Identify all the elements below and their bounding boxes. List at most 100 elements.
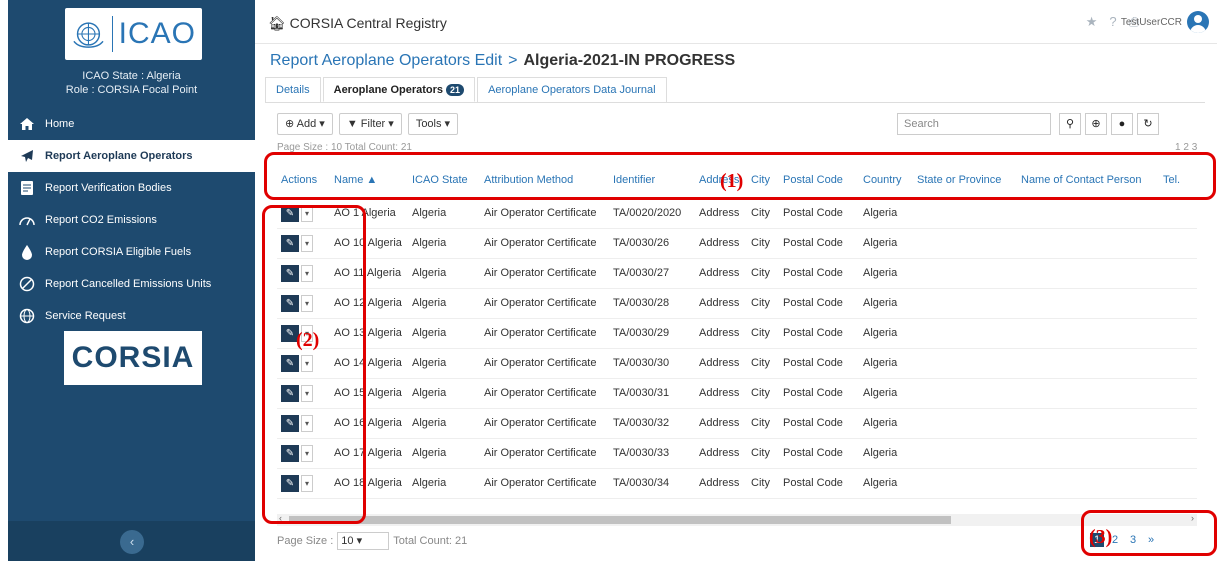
count-badge: 21 bbox=[446, 84, 465, 96]
sidebar-item-report-verification-bodies[interactable]: Report Verification Bodies bbox=[8, 172, 255, 204]
table-cell: Air Operator Certificate bbox=[480, 288, 609, 319]
logo-divider bbox=[111, 16, 113, 52]
table-cell: Algeria bbox=[859, 468, 913, 499]
sidebar-item-report-corsia-eligible-fuels[interactable]: Report CORSIA Eligible Fuels bbox=[8, 236, 255, 268]
table-cell-empty bbox=[1017, 258, 1159, 289]
table-cell: TA/0030/31 bbox=[609, 378, 695, 409]
search-icon[interactable]: ⚲ bbox=[1059, 113, 1081, 135]
table-cell-empty bbox=[1017, 198, 1159, 229]
table-cell-empty bbox=[1017, 438, 1159, 469]
table-cell-empty bbox=[913, 378, 1017, 409]
breadcrumb-separator: > bbox=[508, 52, 518, 69]
table-cell: Algeria bbox=[859, 198, 913, 229]
sidebar-item-service-request[interactable]: Service Request bbox=[8, 300, 255, 332]
search-input[interactable]: Search bbox=[897, 113, 1051, 135]
filter-button[interactable]: ▼ Filter ▾ bbox=[338, 113, 402, 135]
table-cell: Air Operator Certificate bbox=[480, 258, 609, 289]
avatar-icon[interactable] bbox=[1187, 11, 1209, 33]
tab-divider bbox=[265, 102, 1205, 103]
table-cell-empty bbox=[1017, 288, 1159, 319]
table-cell-empty bbox=[1159, 318, 1197, 349]
icao-logo-text: ICAO bbox=[118, 17, 196, 50]
table-row[interactable]: ✎ ▾ AO 17 Algeria Algeria Air Operator Certi… bbox=[277, 438, 1197, 469]
tab-aeroplane-operators[interactable]: Aeroplane Operators 21 bbox=[322, 77, 476, 102]
table-row[interactable]: ✎ ▾ AO 12 Algeria Algeria Air Operator Certi… bbox=[277, 288, 1197, 319]
table-row[interactable]: ✎ ▾ AO 13 Algeria Algeria Air Operator Certi… bbox=[277, 318, 1197, 349]
star-icon[interactable]: ★ bbox=[1086, 14, 1098, 30]
tab-details[interactable]: Details bbox=[265, 77, 321, 102]
total-count: Total Count: 21 bbox=[393, 535, 468, 547]
table-cell-empty bbox=[913, 258, 1017, 289]
horizontal-scrollbar[interactable]: ‹ › bbox=[277, 513, 1197, 526]
role-label: Role : CORSIA Focal Point bbox=[65, 84, 198, 96]
app-title-text: CORSIA Central Registry bbox=[289, 15, 447, 31]
table-cell: Air Operator Certificate bbox=[480, 318, 609, 349]
sidebar-item-label: Service Request bbox=[45, 310, 126, 322]
table-cell-empty bbox=[1017, 318, 1159, 349]
sidebar-item-home[interactable]: Home bbox=[8, 108, 255, 140]
sidebar-nav: Home Report Aeroplane Operators Report V… bbox=[8, 108, 255, 332]
sidebar-item-label: Report CORSIA Eligible Fuels bbox=[45, 246, 192, 258]
table-cell: Address bbox=[695, 408, 747, 439]
tab-label: Details bbox=[276, 84, 310, 96]
table-row[interactable]: ✎ ▾ AO 14 Algeria Algeria Air Operator Certi… bbox=[277, 348, 1197, 379]
icao-logo[interactable]: ICAO bbox=[65, 8, 202, 60]
table-cell-empty bbox=[913, 408, 1017, 439]
refresh-icon[interactable]: ↻ bbox=[1137, 113, 1159, 135]
table-cell: Address bbox=[695, 378, 747, 409]
tools-label: Tools ▾ bbox=[415, 118, 451, 130]
table-cell: Postal Code bbox=[779, 198, 859, 229]
page-size-select[interactable]: 10 ▾ bbox=[337, 532, 390, 550]
breadcrumb-link[interactable]: Report Aeroplane Operators Edit bbox=[270, 52, 502, 69]
table-cell: Postal Code bbox=[779, 408, 859, 439]
table-cell: Algeria bbox=[859, 408, 913, 439]
table-row[interactable]: ✎ ▾ AO 1 Algeria Algeria Air Operator Certif… bbox=[277, 198, 1197, 229]
table-cell: Algeria bbox=[859, 438, 913, 469]
table-cell: Algeria bbox=[408, 438, 480, 469]
help-icon[interactable]: ? bbox=[1109, 14, 1116, 30]
table-cell: TA/0030/34 bbox=[609, 468, 695, 499]
tools-button[interactable]: Tools ▾ bbox=[407, 113, 459, 135]
app-title[interactable]: 🏠︎ CORSIA Central Registry bbox=[268, 15, 447, 32]
table-cell: TA/0030/29 bbox=[609, 318, 695, 349]
add-button[interactable]: ⊕ Add ▾ bbox=[277, 113, 333, 135]
table-cell: Address bbox=[695, 468, 747, 499]
table-cell: City bbox=[747, 318, 779, 349]
table-cell: Algeria bbox=[408, 258, 480, 289]
sidebar-item-report-cancelled-emissions-units[interactable]: Report Cancelled Emissions Units bbox=[8, 268, 255, 300]
document-icon bbox=[18, 179, 36, 197]
tab-data-journal[interactable]: Aeroplane Operators Data Journal bbox=[477, 77, 667, 102]
bottom-pager: Page Size : 10 ▾ Total Count: 21 bbox=[277, 532, 467, 550]
table-cell: Air Operator Certificate bbox=[480, 438, 609, 469]
table-row[interactable]: ✎ ▾ AO 15 Algeria Algeria Air Operator Certi… bbox=[277, 378, 1197, 409]
table-cell: TA/0030/28 bbox=[609, 288, 695, 319]
table-cell-empty bbox=[1017, 378, 1159, 409]
sidebar-item-report-aeroplane-operators[interactable]: Report Aeroplane Operators bbox=[8, 140, 255, 172]
grid-toolbar: ⊕ Add ▾ ▼ Filter ▾ Tools ▾ bbox=[277, 113, 459, 135]
home-small-icon: 🏠︎ bbox=[268, 15, 286, 31]
add-circle-icon: ⊕ bbox=[285, 118, 297, 130]
table-cell-empty bbox=[1159, 288, 1197, 319]
table-cell-empty bbox=[1017, 468, 1159, 499]
table-cell-empty bbox=[1159, 228, 1197, 259]
top-bar: 🏠︎ CORSIA Central Registry ★ ? ⎙ TestUse… bbox=[255, 0, 1217, 44]
table-row[interactable]: ✎ ▾ AO 10 Algeria Algeria Air Operator Certi… bbox=[277, 228, 1197, 259]
sidebar-item-label: Report Cancelled Emissions Units bbox=[45, 278, 212, 290]
advanced-search-icon[interactable]: ⊕ bbox=[1085, 113, 1107, 135]
scrollbar-thumb[interactable] bbox=[289, 516, 951, 524]
user-context: ICAO State : Algeria Role : CORSIA Focal… bbox=[8, 69, 255, 97]
sidebar-item-report-co2-emissions[interactable]: Report CO2 Emissions bbox=[8, 204, 255, 236]
table-cell: Algeria bbox=[408, 408, 480, 439]
table-cell: TA/0030/32 bbox=[609, 408, 695, 439]
user-name[interactable]: TestUserCCR bbox=[1121, 17, 1182, 28]
tab-label: Aeroplane Operators Data Journal bbox=[488, 84, 656, 96]
table-row[interactable]: ✎ ▾ AO 18 Algeria Algeria Air Operator Certi… bbox=[277, 468, 1197, 499]
table-row[interactable]: ✎ ▾ AO 11 Algeria Algeria Air Operator Certi… bbox=[277, 258, 1197, 289]
table-cell: Address bbox=[695, 258, 747, 289]
table-row[interactable]: ✎ ▾ AO 16 Algeria Algeria Air Operator Certi… bbox=[277, 408, 1197, 439]
table-cell: Air Operator Certificate bbox=[480, 468, 609, 499]
collapse-sidebar-button[interactable]: ‹ bbox=[120, 530, 144, 554]
table-cell: Air Operator Certificate bbox=[480, 408, 609, 439]
clear-search-icon[interactable]: ● bbox=[1111, 113, 1133, 135]
search-actions: ⚲ ⊕ ● ↻ bbox=[1059, 113, 1159, 135]
